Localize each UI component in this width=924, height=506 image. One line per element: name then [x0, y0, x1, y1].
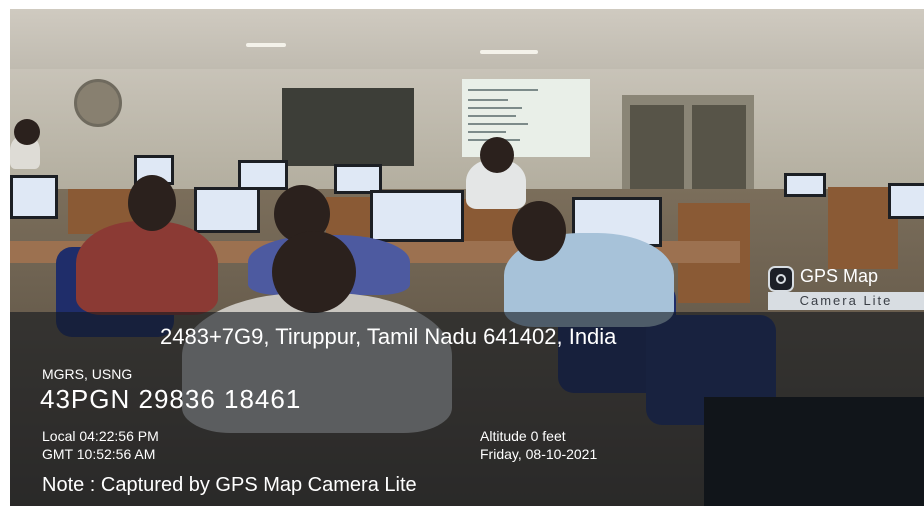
ceiling-light [480, 50, 538, 54]
student-head [272, 231, 356, 313]
local-time: Local 04:22:56 PM [42, 428, 159, 444]
student-head [128, 175, 176, 231]
logo-subtitle: Camera Lite [768, 292, 924, 310]
student [76, 221, 218, 315]
ceiling-light [246, 43, 286, 47]
computer-monitor [10, 175, 58, 219]
grid-system-label: MGRS, USNG [42, 366, 133, 382]
grid-reference: 43PGN 29836 18461 [40, 384, 302, 414]
teacher-head [480, 137, 514, 173]
student-head [512, 201, 566, 261]
gmt-time: GMT 10:52:56 AM [42, 446, 156, 462]
computer-monitor [194, 187, 260, 233]
computer-monitor [238, 160, 288, 190]
barred-window [282, 88, 414, 166]
computer-monitor [888, 183, 924, 219]
address-text: 2483+7G9, Tiruppur, Tamil Nadu 641402, I… [160, 324, 617, 349]
camera-icon [768, 266, 794, 292]
glass-door [622, 95, 754, 193]
gps-map-camera-logo: GPS Map Camera Lite [768, 264, 924, 312]
logo-title: GPS Map [800, 266, 879, 286]
wall-fan [74, 79, 122, 127]
screenshot-frame: GPS Map Camera Lite 2483+7G9, Tiruppur, … [0, 0, 924, 506]
date: Friday, 08-10-2021 [480, 446, 598, 462]
altitude: Altitude 0 feet [480, 428, 566, 444]
computer-monitor [784, 173, 826, 197]
student-head [14, 119, 40, 145]
computer-monitor [370, 190, 464, 242]
capture-note: Note : Captured by GPS Map Camera Lite [42, 474, 417, 496]
